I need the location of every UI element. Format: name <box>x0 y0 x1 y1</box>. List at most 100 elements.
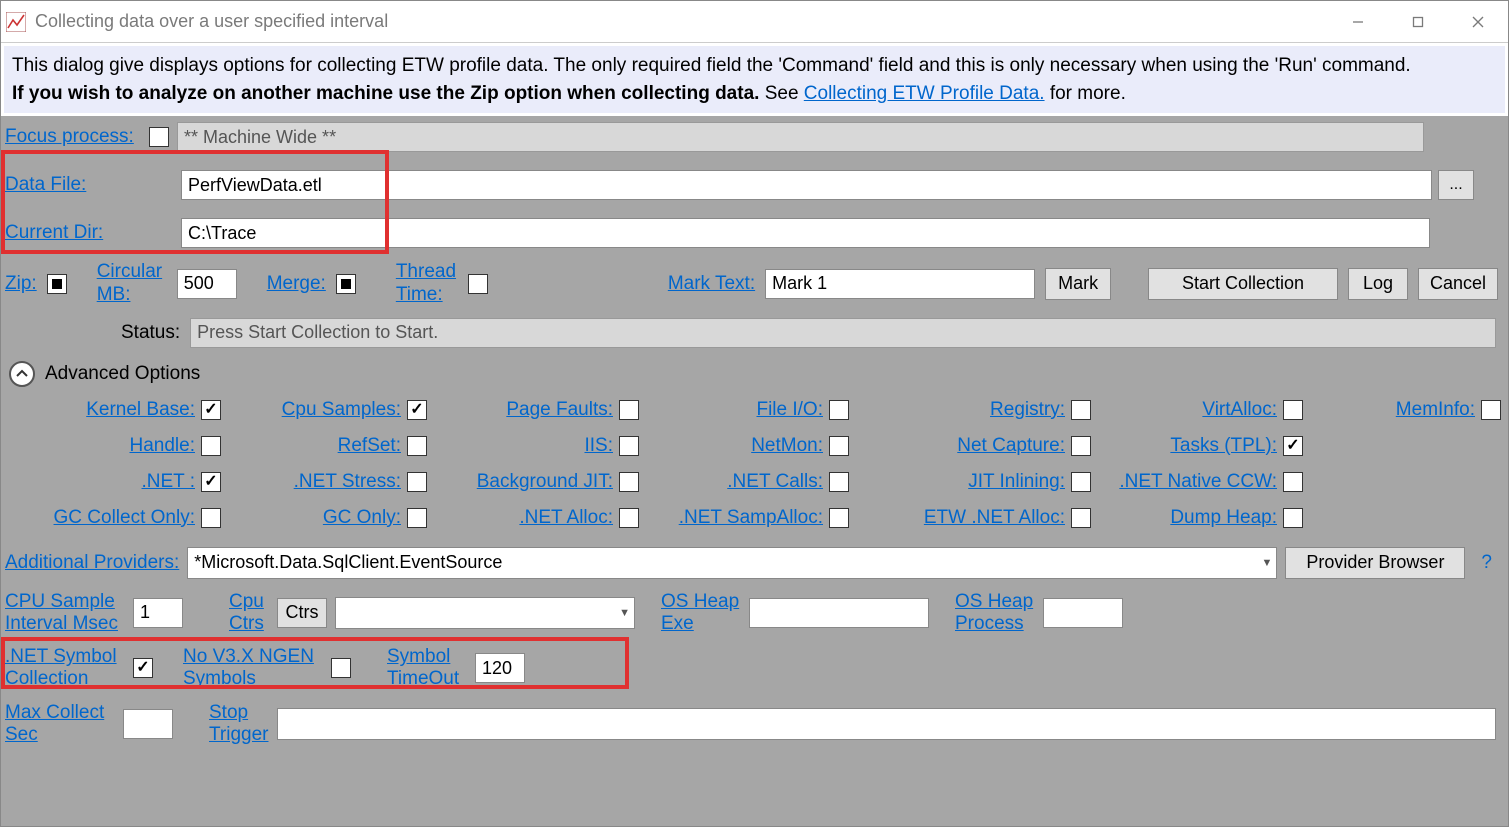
net-symbol-label[interactable]: .NET Symbol Collection <box>5 646 125 690</box>
additional-providers-combo[interactable]: *Microsoft.Data.SqlClient.EventSource ▼ <box>187 547 1277 579</box>
current-dir-label[interactable]: Current Dir: <box>5 222 165 244</box>
net-sampalloc-label[interactable]: .NET SampAlloc: <box>679 507 823 529</box>
data-file-input[interactable] <box>181 170 1432 200</box>
circular-mb-label[interactable]: Circular MB: <box>97 261 167 307</box>
no-v3x-checkbox[interactable] <box>331 658 351 678</box>
tasks-tpl-label[interactable]: Tasks (TPL): <box>1170 435 1277 457</box>
cpu-ctrs-combo[interactable]: ▼ <box>335 597 635 629</box>
net-stress-label[interactable]: .NET Stress: <box>294 471 401 493</box>
handle-checkbox[interactable] <box>201 436 221 456</box>
net-alloc-checkbox[interactable] <box>619 508 639 528</box>
mark-text-input[interactable] <box>765 269 1035 299</box>
max-collect-sec-input[interactable] <box>123 709 173 739</box>
iis-label[interactable]: IIS: <box>584 435 613 457</box>
net-calls-checkbox[interactable] <box>829 472 849 492</box>
net-alloc-label[interactable]: .NET Alloc: <box>519 507 613 529</box>
provider-browser-button[interactable]: Provider Browser <box>1285 547 1465 579</box>
net-native-ccw-checkbox[interactable] <box>1283 472 1303 492</box>
net-label[interactable]: .NET : <box>142 471 196 493</box>
netmon-label[interactable]: NetMon: <box>751 435 823 457</box>
dump-heap-label[interactable]: Dump Heap: <box>1170 507 1277 529</box>
thread-time-checkbox[interactable] <box>468 274 488 294</box>
symbol-timeout-label[interactable]: Symbol TimeOut <box>387 646 467 690</box>
cpu-sample-interval-label[interactable]: CPU Sample Interval Msec <box>5 591 125 635</box>
focus-process-checkbox[interactable] <box>149 127 169 147</box>
gc-collect-only-checkbox[interactable] <box>201 508 221 528</box>
registry-label[interactable]: Registry: <box>990 399 1065 421</box>
virtalloc-checkbox[interactable] <box>1283 400 1303 420</box>
stop-trigger-label[interactable]: Stop Trigger <box>209 702 269 746</box>
cpu-sample-interval-input[interactable] <box>133 598 183 628</box>
cpu-samples-label[interactable]: Cpu Samples: <box>282 399 401 421</box>
registry-checkbox[interactable] <box>1071 400 1091 420</box>
close-button[interactable] <box>1448 1 1508 43</box>
tasks-tpl-checkbox[interactable] <box>1283 436 1303 456</box>
no-v3x-label[interactable]: No V3.X NGEN Symbols <box>183 646 323 690</box>
kernel-base-checkbox[interactable] <box>201 400 221 420</box>
stop-trigger-combo[interactable] <box>277 708 1496 740</box>
file-io-label[interactable]: File I/O: <box>756 399 823 421</box>
os-heap-process-input[interactable] <box>1043 598 1123 628</box>
circular-mb-input[interactable] <box>177 269 237 299</box>
os-heap-process-label[interactable]: OS Heap Process <box>955 591 1035 635</box>
maximize-button[interactable] <box>1388 1 1448 43</box>
net-native-ccw-label[interactable]: .NET Native CCW: <box>1119 471 1277 493</box>
virtalloc-label[interactable]: VirtAlloc: <box>1202 399 1277 421</box>
browse-button[interactable]: ... <box>1438 170 1474 200</box>
refset-checkbox[interactable] <box>407 436 427 456</box>
page-faults-label[interactable]: Page Faults: <box>506 399 613 421</box>
etw-net-alloc-checkbox[interactable] <box>1071 508 1091 528</box>
app-icon <box>5 11 27 33</box>
os-heap-exe-label[interactable]: OS Heap Exe <box>661 591 741 635</box>
etw-net-alloc-label[interactable]: ETW .NET Alloc: <box>924 507 1065 529</box>
iis-checkbox[interactable] <box>619 436 639 456</box>
gc-only-label[interactable]: GC Only: <box>323 507 401 529</box>
kernel-base-label[interactable]: Kernel Base: <box>86 399 195 421</box>
dump-heap-checkbox[interactable] <box>1283 508 1303 528</box>
net-capture-checkbox[interactable] <box>1071 436 1091 456</box>
merge-checkbox[interactable] <box>336 274 356 294</box>
cpu-samples-checkbox[interactable] <box>407 400 427 420</box>
file-io-checkbox[interactable] <box>829 400 849 420</box>
jit-inlining-label[interactable]: JIT Inlining: <box>968 471 1065 493</box>
meminfo-label[interactable]: MemInfo: <box>1396 399 1475 421</box>
netmon-checkbox[interactable] <box>829 436 849 456</box>
net-symbol-checkbox[interactable] <box>133 658 153 678</box>
background-jit-label[interactable]: Background JIT: <box>477 471 613 493</box>
cpu-ctrs-label[interactable]: Cpu Ctrs <box>229 591 269 635</box>
ctrs-button[interactable]: Ctrs <box>277 598 327 628</box>
log-button[interactable]: Log <box>1348 268 1408 300</box>
focus-process-label[interactable]: Focus process: <box>5 126 141 148</box>
help-question-icon[interactable]: ? <box>1481 552 1492 574</box>
net-checkbox[interactable] <box>201 472 221 492</box>
current-dir-input[interactable] <box>181 218 1430 248</box>
max-collect-sec-label[interactable]: Max Collect Sec <box>5 702 115 746</box>
zip-label[interactable]: Zip: <box>5 273 37 295</box>
refset-label[interactable]: RefSet: <box>338 435 401 457</box>
net-calls-label[interactable]: .NET Calls: <box>727 471 823 493</box>
gc-only-checkbox[interactable] <box>407 508 427 528</box>
meminfo-checkbox[interactable] <box>1481 400 1501 420</box>
thread-time-label[interactable]: Thread Time: <box>396 261 458 307</box>
mark-text-label[interactable]: Mark Text: <box>668 273 755 295</box>
help-link[interactable]: Collecting ETW Profile Data. <box>804 83 1045 104</box>
jit-inlining-checkbox[interactable] <box>1071 472 1091 492</box>
background-jit-checkbox[interactable] <box>619 472 639 492</box>
advanced-expander[interactable]: Advanced Options <box>9 361 1504 387</box>
zip-checkbox[interactable] <box>47 274 67 294</box>
gc-collect-only-label[interactable]: GC Collect Only: <box>54 507 195 529</box>
merge-label[interactable]: Merge: <box>267 273 326 295</box>
handle-label[interactable]: Handle: <box>130 435 196 457</box>
net-sampalloc-checkbox[interactable] <box>829 508 849 528</box>
data-file-label[interactable]: Data File: <box>5 174 165 196</box>
net-stress-checkbox[interactable] <box>407 472 427 492</box>
symbol-timeout-input[interactable] <box>475 653 525 683</box>
mark-button[interactable]: Mark <box>1045 268 1111 300</box>
cancel-button[interactable]: Cancel <box>1418 268 1498 300</box>
os-heap-exe-input[interactable] <box>749 598 929 628</box>
page-faults-checkbox[interactable] <box>619 400 639 420</box>
additional-providers-label[interactable]: Additional Providers: <box>5 552 179 574</box>
start-collection-button[interactable]: Start Collection <box>1148 268 1338 300</box>
net-capture-label[interactable]: Net Capture: <box>957 435 1065 457</box>
minimize-button[interactable] <box>1328 1 1388 43</box>
